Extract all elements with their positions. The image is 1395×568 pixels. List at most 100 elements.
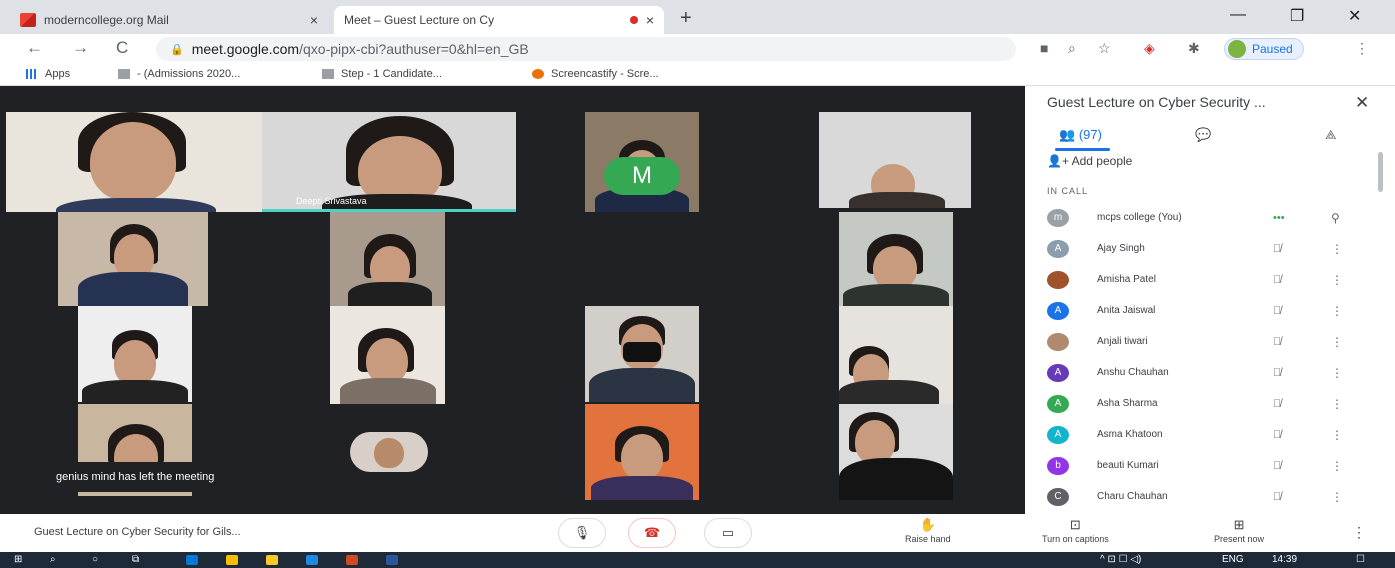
participant-row[interactable]: C Charu Chauhan 🎙̸ ⋮ — [1025, 481, 1377, 512]
system-tray-icons[interactable]: ^ ⊡ ☐ ◁) — [1100, 554, 1141, 565]
video-tile[interactable] — [78, 306, 192, 402]
tab-activities[interactable]: ⟁ — [1325, 127, 1337, 143]
tab-meet[interactable]: Meet – Guest Lecture on Cy × — [334, 6, 664, 106]
address-bar[interactable]: 🔒 meet.google.com /qxo-pipx-cbi?authuser… — [156, 37, 1016, 61]
forward-button[interactable]: → — [72, 38, 89, 58]
more-options-icon[interactable]: ⋮ — [1331, 273, 1343, 287]
bookmark-label: Apps — [45, 68, 71, 80]
bookmark-star-icon[interactable]: ☆ — [1098, 40, 1111, 57]
profile-button[interactable]: Paused — [1224, 38, 1304, 60]
maximize-button[interactable]: ❐ — [1290, 6, 1304, 26]
mic-button[interactable]: 🎙 — [558, 518, 606, 548]
video-tile[interactable] — [6, 112, 262, 212]
participant-row[interactable]: A Asma Khatoon 🎙̸ ⋮ — [1025, 419, 1377, 450]
video-tile[interactable] — [839, 404, 953, 500]
chrome-icon[interactable] — [226, 555, 238, 565]
video-tile[interactable] — [330, 306, 445, 404]
chrome-menu-icon[interactable]: ⋮ — [1355, 40, 1369, 57]
reload-button[interactable]: C — [116, 38, 128, 58]
bookmark-admissions[interactable]: - (Admissions 2020... — [118, 68, 240, 80]
language-indicator[interactable]: ENG — [1222, 554, 1244, 565]
participant-row[interactable]: A Anita Jaiswal 🎙̸ ⋮ — [1025, 295, 1377, 326]
more-options-icon[interactable]: ⋮ — [1331, 490, 1343, 504]
new-tab-button[interactable]: + — [680, 7, 692, 30]
hand-icon: ✋ — [919, 517, 936, 532]
left-meeting-notification: genius mind has left the meeting — [50, 462, 318, 492]
participant-row[interactable]: m mcps college (You) ••• ⚲ — [1025, 202, 1377, 233]
video-tile[interactable] — [330, 212, 445, 306]
close-panel-button[interactable]: ✕ — [1355, 93, 1369, 113]
back-button[interactable]: ← — [26, 38, 43, 58]
more-options-icon[interactable]: ⋮ — [1331, 335, 1343, 349]
camera-permission-icon[interactable]: ■ — [1040, 40, 1048, 56]
activities-icon: ⟁ — [1325, 127, 1337, 142]
url-path: /qxo-pipx-cbi?authuser=0&hl=en_GB — [299, 41, 529, 57]
edge-icon[interactable] — [186, 555, 198, 565]
pin-icon[interactable]: ⚲ — [1331, 211, 1340, 225]
close-window-button[interactable]: ✕ — [1348, 6, 1361, 26]
tab-chat[interactable]: 💬 — [1195, 127, 1211, 143]
video-tile-active-speaker[interactable]: Deepti Srivastava — [262, 112, 516, 212]
add-person-icon: 👤+ — [1047, 154, 1069, 168]
more-options-icon[interactable]: ⋮ — [1331, 242, 1343, 256]
video-tile[interactable] — [585, 404, 699, 500]
clock[interactable]: 14:39 — [1272, 554, 1297, 565]
bookmark-screencastify[interactable]: Screencastify - Scre... — [532, 68, 659, 80]
bookmark-step1[interactable]: Step - 1 Candidate... — [322, 68, 442, 80]
task-view-icon[interactable]: ⧉ — [132, 554, 139, 565]
participant-name: beauti Kumari — [1097, 460, 1159, 471]
participant-row[interactable]: A Anshu Chauhan 🎙̸ ⋮ — [1025, 357, 1377, 388]
more-options-icon[interactable]: ⋮ — [1331, 397, 1343, 411]
participant-avatar: M — [604, 157, 680, 195]
mic-off-icon: 🎙̸ — [1273, 459, 1282, 472]
more-options-icon[interactable]: ⋮ — [1331, 459, 1343, 473]
participant-row[interactable]: A Asha Sharma 🎙̸ ⋮ — [1025, 388, 1377, 419]
video-grid: Deepti Srivastava M genius mind has left… — [0, 86, 1025, 514]
avatar — [1047, 332, 1069, 351]
extensions-icon[interactable]: ✱ — [1188, 40, 1200, 57]
more-options-icon[interactable]: ⋮ — [1331, 428, 1343, 442]
panel-scrollbar[interactable] — [1378, 152, 1383, 192]
tab-title: Meet – Guest Lecture on Cy — [344, 13, 495, 27]
video-tile[interactable] — [839, 306, 953, 404]
screencastify-icon[interactable]: ◈ — [1144, 40, 1155, 57]
minimize-button[interactable]: — — [1230, 6, 1246, 24]
tab-gmail[interactable]: moderncollege.org Mail × — [10, 6, 328, 34]
raise-hand-button[interactable]: ✋ Raise hand — [905, 517, 951, 544]
participant-row[interactable]: Amisha Patel 🎙̸ ⋮ — [1025, 264, 1377, 295]
meeting-title[interactable]: Guest Lecture on Cyber Security for Gils… — [34, 526, 241, 538]
participant-name: Amisha Patel — [1097, 274, 1156, 285]
more-options-icon[interactable]: ⋮ — [1331, 366, 1343, 380]
participant-row[interactable]: Anjali tiwari 🎙̸ ⋮ — [1025, 326, 1377, 357]
search-icon[interactable]: ⌕ — [50, 554, 56, 565]
present-now-button[interactable]: ⊞ Present now — [1214, 517, 1264, 544]
camera-button[interactable]: ▭ — [704, 518, 752, 548]
leave-call-button[interactable]: ☎ — [628, 518, 676, 548]
in-call-heading: IN CALL — [1047, 186, 1089, 196]
file-explorer-icon[interactable] — [266, 555, 278, 565]
zoom-icon[interactable]: ⌕ — [1068, 40, 1076, 57]
cortana-icon[interactable]: ○ — [92, 554, 98, 565]
mail-icon[interactable] — [306, 555, 318, 565]
more-options-button[interactable]: ⋮ — [1352, 524, 1366, 541]
bookmark-apps[interactable]: Apps — [26, 68, 70, 80]
close-tab-icon[interactable]: × — [310, 12, 318, 28]
captions-button[interactable]: ⊡ Turn on captions — [1042, 517, 1109, 544]
video-tile[interactable] — [819, 112, 971, 208]
url-host: meet.google.com — [191, 41, 300, 57]
video-tile-thumbnail[interactable] — [350, 432, 428, 472]
close-tab-icon[interactable]: × — [646, 12, 654, 28]
tab-people[interactable]: 👥 (97) — [1059, 127, 1102, 143]
windows-start-icon[interactable]: ⊞ — [14, 554, 22, 565]
powerpoint-icon[interactable] — [346, 555, 358, 565]
participant-row[interactable]: A Ajay Singh 🎙̸ ⋮ — [1025, 233, 1377, 264]
add-people-button[interactable]: 👤+ Add people — [1047, 154, 1132, 168]
notifications-icon[interactable]: ☐ — [1356, 554, 1365, 565]
video-tile[interactable] — [585, 306, 699, 402]
present-icon: ⊞ — [1233, 517, 1245, 532]
more-options-icon[interactable]: ⋮ — [1331, 304, 1343, 318]
participant-row[interactable]: b beauti Kumari 🎙̸ ⋮ — [1025, 450, 1377, 481]
video-tile[interactable] — [58, 212, 208, 306]
video-tile[interactable] — [839, 212, 953, 306]
word-icon[interactable] — [386, 555, 398, 565]
